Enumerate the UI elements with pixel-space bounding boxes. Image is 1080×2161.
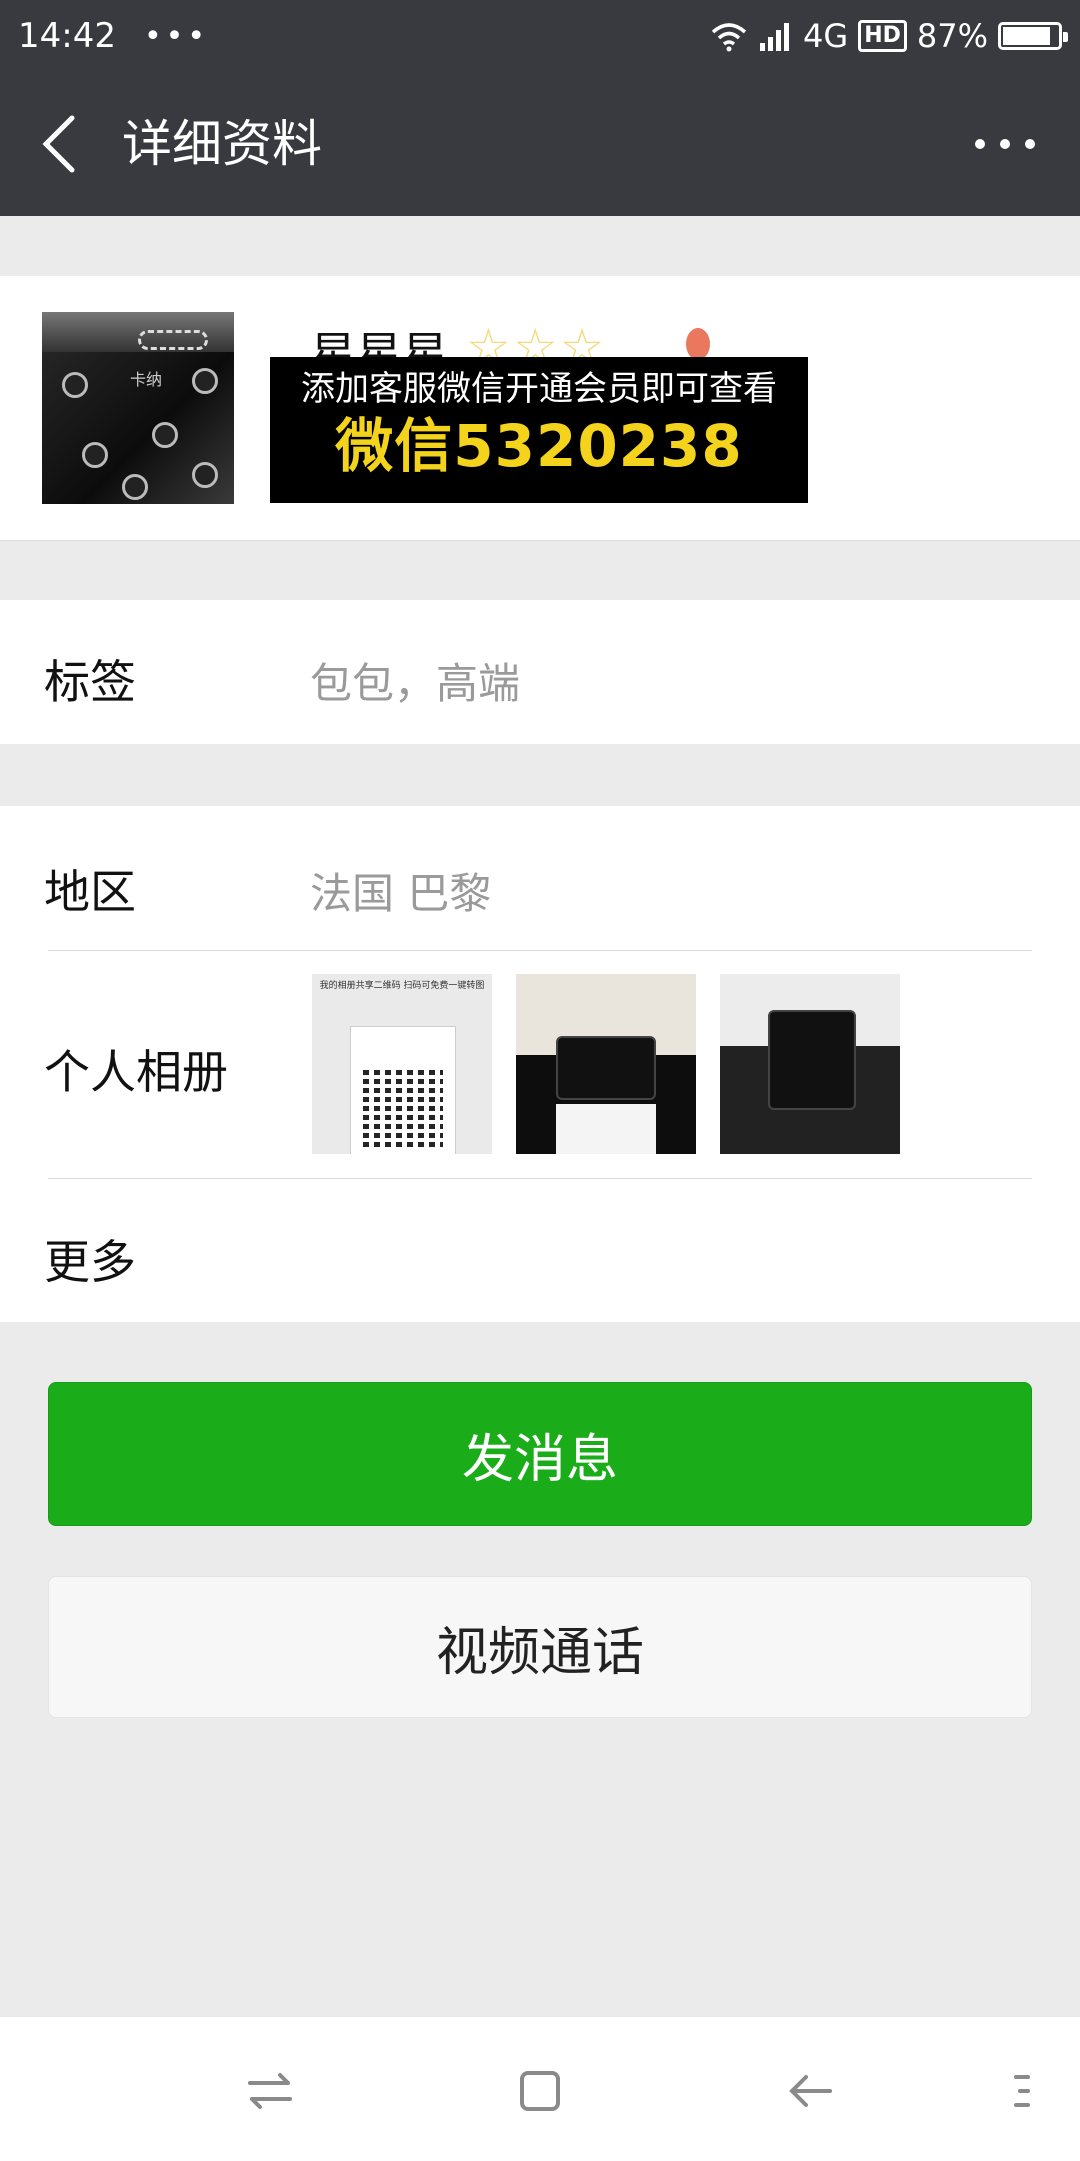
region-label: 地区: [44, 865, 136, 919]
bag-image: [556, 1036, 656, 1100]
status-bar: 14:42 ••• 4G HD 87%: [0, 0, 1080, 72]
chevron-left-icon[interactable]: [36, 112, 92, 176]
status-time: 14:42: [18, 16, 116, 56]
header-bar: 详细资料: [0, 72, 1080, 216]
thumb-caption: 我的相册共享二维码 扫码可免费一键转图: [319, 981, 485, 991]
wifi-icon: [711, 23, 747, 52]
avatar-pip: [122, 474, 148, 500]
album-thumb-bag[interactable]: [516, 974, 696, 1154]
video-call-button[interactable]: 视频通话: [48, 1576, 1032, 1718]
avatar[interactable]: 卡纳: [42, 312, 234, 504]
hd-badge: HD: [858, 20, 907, 52]
ad-overlay-banner: 添加客服微信开通会员即可查看 微信5320238: [270, 357, 808, 503]
status-dots: •••: [143, 18, 210, 54]
switch-apps-icon[interactable]: [242, 2063, 298, 2119]
album-thumb-qrcode[interactable]: 我的相册共享二维码 扫码可免费一键转图: [312, 974, 492, 1154]
avatar-text: 卡纳: [130, 370, 163, 389]
ad-wechat-id: 微信5320238: [335, 412, 743, 480]
avatar-chain: [138, 330, 208, 350]
page-title: 详细资料: [122, 115, 322, 173]
avatar-pip: [82, 442, 108, 468]
qr-card: [350, 1026, 456, 1154]
back-arrow-icon[interactable]: [782, 2063, 838, 2119]
qr-pattern: [363, 1067, 443, 1147]
send-message-button[interactable]: 发消息: [48, 1382, 1032, 1526]
tags-value: 包包，高端: [310, 659, 521, 708]
album-thumb-bag-side[interactable]: [720, 974, 900, 1154]
avatar-pip: [152, 422, 178, 448]
more-label[interactable]: 更多: [44, 1226, 136, 1292]
avatar-pip: [192, 462, 218, 488]
tags-label: 标签: [44, 655, 136, 709]
box-image: [556, 1104, 656, 1154]
avatar-pip: [192, 368, 218, 394]
menu-icon[interactable]: [1002, 2063, 1058, 2119]
ad-line1: 添加客服微信开通会员即可查看: [301, 369, 777, 409]
signal-icon: [760, 23, 790, 51]
album-label: 个人相册: [44, 1045, 228, 1099]
region-value: 法国 巴黎: [310, 869, 492, 918]
battery-level: [1003, 27, 1050, 45]
avatar-pip: [62, 372, 88, 398]
more-dots-icon[interactable]: [970, 124, 1040, 164]
tags-row[interactable]: 标签 包包，高端: [0, 600, 1080, 744]
divider: [48, 950, 1032, 951]
battery-icon: [998, 22, 1068, 50]
home-icon[interactable]: [512, 2063, 568, 2119]
network-type: 4G: [803, 17, 849, 55]
battery-percent: 87%: [916, 17, 988, 55]
bag-image: [768, 1010, 856, 1110]
info-section: 地区 法国 巴黎 个人相册 我的相册共享二维码 扫码可免费一键转图 更多: [0, 806, 1080, 1322]
divider: [48, 1178, 1032, 1179]
system-nav-bar: [0, 2016, 1080, 2161]
